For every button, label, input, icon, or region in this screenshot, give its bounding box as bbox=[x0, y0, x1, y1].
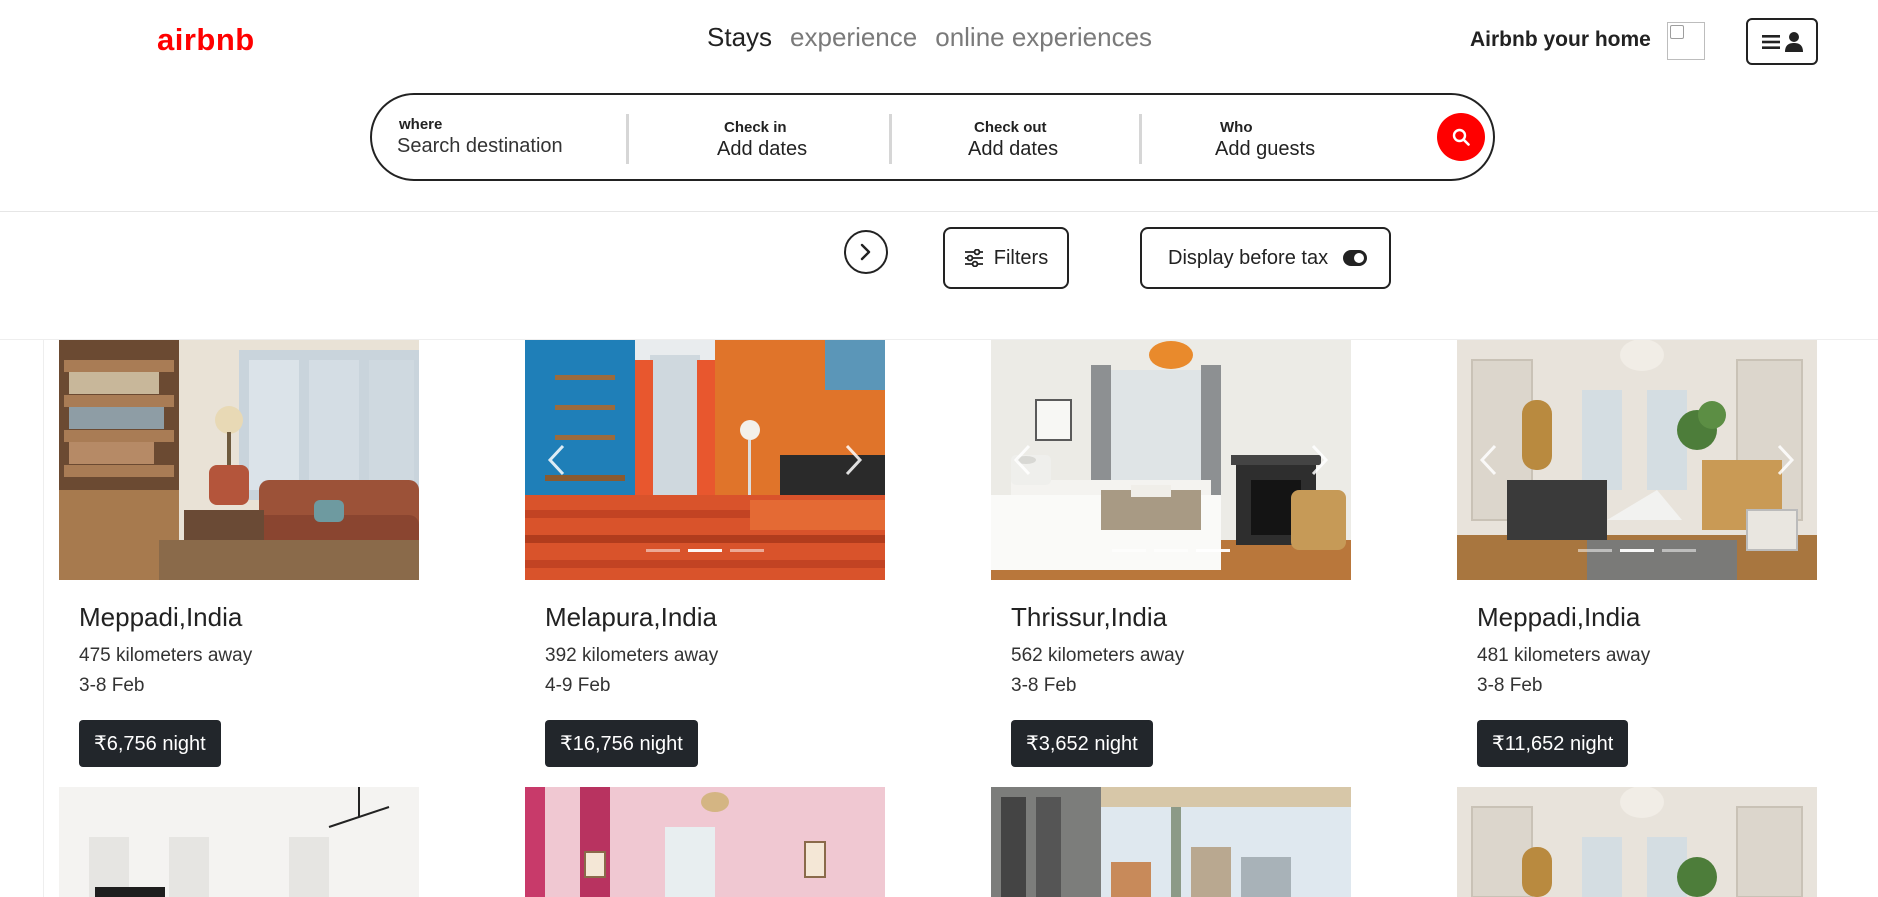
checkin-value: Add dates bbox=[717, 138, 808, 160]
listing-price[interactable]: ₹3,652 night bbox=[1011, 720, 1153, 767]
airbnb-your-home-link[interactable]: Airbnb your home bbox=[1470, 28, 1651, 52]
listing-photo[interactable] bbox=[59, 340, 419, 580]
sliders-icon bbox=[964, 249, 983, 267]
listing-title[interactable]: Meppadi,India bbox=[79, 602, 242, 633]
content-border bbox=[43, 339, 44, 897]
listing-distance: 392 kilometers away bbox=[545, 645, 719, 666]
listing-distance: 481 kilometers away bbox=[1477, 645, 1651, 666]
bedroom-image bbox=[525, 787, 885, 897]
listing-card[interactable]: Thrissur,India 562 kilometers away 3-8 F… bbox=[991, 340, 1351, 767]
user-icon bbox=[1784, 31, 1803, 52]
listing-dates: 3-8 Feb bbox=[1477, 675, 1543, 696]
balcony-view-image bbox=[991, 787, 1351, 897]
airbnb-logo[interactable]: airbnb bbox=[157, 22, 255, 58]
listing-photo[interactable] bbox=[525, 787, 885, 897]
guests-field[interactable]: Who Add guests bbox=[1147, 95, 1407, 179]
listing-price[interactable]: ₹11,652 night bbox=[1477, 720, 1629, 767]
listing-photo[interactable] bbox=[1457, 787, 1817, 897]
toggle-switch[interactable] bbox=[1343, 250, 1367, 266]
checkin-label: Check in bbox=[724, 119, 787, 136]
living-room-image bbox=[1457, 787, 1817, 897]
search-divider bbox=[1139, 114, 1142, 164]
listing-card[interactable]: Melapura,India 392 kilometers away 4-9 F… bbox=[525, 340, 885, 767]
display-before-tax-toggle[interactable]: Display before tax bbox=[1140, 227, 1391, 289]
listing-price[interactable]: ₹6,756 night bbox=[79, 720, 221, 767]
listing-photo[interactable] bbox=[1457, 340, 1817, 580]
where-field[interactable]: where bbox=[397, 95, 629, 179]
checkout-value: Add dates bbox=[968, 138, 1059, 160]
living-room-image bbox=[1457, 340, 1817, 580]
filters-label: Filters bbox=[993, 246, 1049, 269]
hamburger-icon bbox=[1761, 34, 1780, 49]
scroll-categories-button[interactable] bbox=[844, 230, 888, 274]
search-icon bbox=[1452, 128, 1470, 146]
bedroom-image bbox=[525, 340, 885, 580]
chevron-right-icon bbox=[860, 243, 871, 261]
broken-image-icon[interactable] bbox=[1667, 22, 1705, 60]
nav-online-experiences[interactable]: online experiences bbox=[935, 22, 1152, 53]
next-photo-icon[interactable] bbox=[1775, 443, 1795, 477]
search-button[interactable] bbox=[1437, 113, 1485, 161]
checkout-label: Check out bbox=[974, 119, 1047, 136]
listing-dates: 3-8 Feb bbox=[1011, 675, 1077, 696]
guests-value: Add guests bbox=[1215, 138, 1316, 160]
listing-card[interactable]: Meppadi,India 475 kilometers away 3-8 Fe… bbox=[59, 340, 419, 767]
listing-dates: 4-9 Feb bbox=[545, 675, 611, 696]
next-photo-icon[interactable] bbox=[1309, 443, 1329, 477]
photo-indicators bbox=[1578, 549, 1696, 552]
tax-label: Display before tax bbox=[1168, 246, 1329, 269]
photo-indicators bbox=[646, 549, 764, 552]
nav-stays[interactable]: Stays bbox=[707, 22, 772, 53]
checkin-field[interactable]: Check in Add dates bbox=[634, 95, 894, 179]
listing-title[interactable]: Melapura,India bbox=[545, 602, 717, 633]
search-divider bbox=[626, 114, 629, 164]
who-label: Who bbox=[1220, 119, 1253, 136]
listing-card[interactable]: Meppadi,India 481 kilometers away 3-8 Fe… bbox=[1457, 340, 1817, 767]
listing-distance: 562 kilometers away bbox=[1011, 645, 1185, 666]
photo-indicators bbox=[1112, 549, 1230, 552]
search-divider bbox=[889, 114, 892, 164]
filters-button[interactable]: Filters bbox=[943, 227, 1069, 289]
where-label: where bbox=[399, 116, 443, 133]
user-menu-button[interactable] bbox=[1746, 18, 1818, 65]
living-room-image bbox=[59, 340, 419, 580]
next-photo-icon[interactable] bbox=[843, 443, 863, 477]
listing-price[interactable]: ₹16,756 night bbox=[545, 720, 698, 767]
previous-photo-icon[interactable] bbox=[1013, 443, 1033, 477]
listing-distance: 475 kilometers away bbox=[79, 645, 253, 666]
listing-photo[interactable] bbox=[525, 340, 885, 580]
search-bar: where Check in Add dates Check out Add d… bbox=[370, 93, 1495, 181]
listing-title[interactable]: Thrissur,India bbox=[1011, 602, 1167, 633]
listing-title[interactable]: Meppadi,India bbox=[1477, 602, 1640, 633]
previous-photo-icon[interactable] bbox=[1479, 443, 1499, 477]
checkout-field[interactable]: Check out Add dates bbox=[897, 95, 1137, 179]
main-nav: Stays experience online experiences bbox=[707, 22, 1152, 53]
header: airbnb Stays experience online experienc… bbox=[0, 0, 1878, 212]
nav-experience[interactable]: experience bbox=[790, 22, 917, 53]
bedroom-image bbox=[991, 340, 1351, 580]
previous-photo-icon[interactable] bbox=[547, 443, 567, 477]
listing-photo[interactable] bbox=[59, 787, 419, 897]
listing-dates: 3-8 Feb bbox=[79, 675, 145, 696]
living-room-image bbox=[59, 787, 419, 897]
listing-photo[interactable] bbox=[991, 340, 1351, 580]
listing-photo[interactable] bbox=[991, 787, 1351, 897]
destination-input[interactable] bbox=[397, 135, 617, 158]
